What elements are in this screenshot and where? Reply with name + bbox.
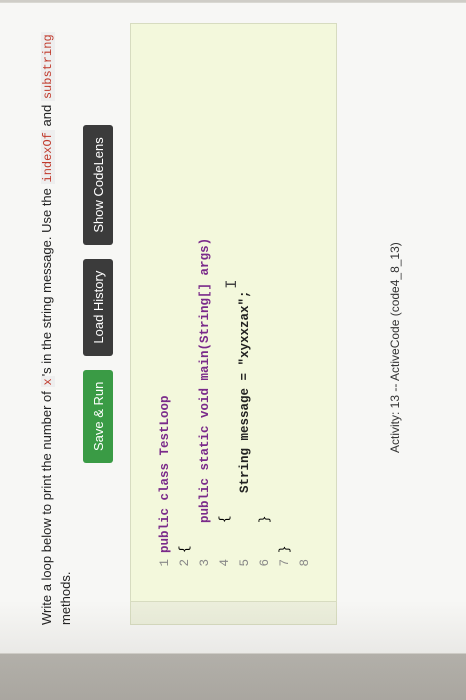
code-line[interactable]: 3 public static void main(String[] args) bbox=[175, 238, 212, 624]
text-cursor-icon: I bbox=[223, 279, 241, 289]
show-codelens-button[interactable]: Show CodeLens bbox=[83, 125, 113, 245]
prompt-code-indexof: indexOf bbox=[41, 130, 55, 185]
code-line[interactable]: 4 { bbox=[195, 515, 232, 624]
code-editor[interactable]: 1public class TestLoop 2{ 3 public stati… bbox=[130, 23, 337, 625]
code-line[interactable]: 6 } bbox=[235, 515, 272, 624]
prompt-text-1: Write a loop below to print the number o… bbox=[39, 387, 54, 625]
prompt-text-3: and bbox=[39, 101, 54, 131]
prompt-code-substring: substring bbox=[41, 32, 55, 102]
prompt-text-2: 's in the string message. Use the bbox=[39, 184, 54, 377]
code-text: String message = "xyxxzax"; bbox=[238, 290, 252, 553]
code-text: public class TestLoop bbox=[158, 395, 172, 553]
prompt-text-4: methods. bbox=[58, 571, 73, 625]
code-line[interactable]: 7} bbox=[255, 545, 292, 624]
code-line[interactable]: 8 bbox=[275, 553, 312, 624]
load-history-button[interactable]: Load History bbox=[83, 258, 113, 356]
code-line[interactable]: 2{ bbox=[155, 545, 192, 624]
monitor-screen: Write a loop below to print the number o… bbox=[0, 3, 466, 653]
prompt-code-x: x bbox=[41, 376, 55, 388]
exercise-prompt: Write a loop below to print the number o… bbox=[38, 25, 74, 625]
line-number: 8 bbox=[298, 558, 312, 567]
activity-label: Activity: 13 -- ActiveCode (code4_8_13) bbox=[388, 242, 402, 453]
code-text: } bbox=[278, 545, 292, 553]
code-line[interactable]: 1public class TestLoop bbox=[135, 395, 172, 624]
save-run-button[interactable]: Save & Run bbox=[83, 369, 113, 463]
code-line[interactable]: 5 String message = "xyxxzax"; bbox=[215, 290, 252, 624]
activecode-toolbar: Save & Run Load History Show CodeLens bbox=[83, 125, 113, 463]
code-text: public static void main(String[] args) bbox=[198, 237, 212, 553]
